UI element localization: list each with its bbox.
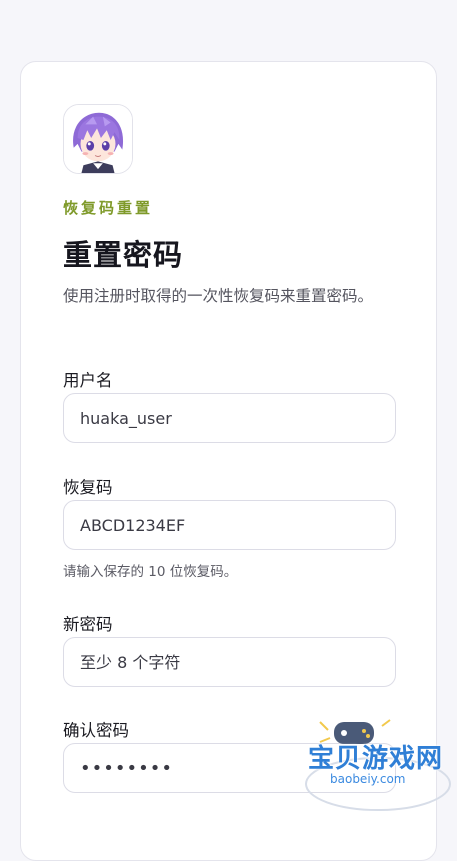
recovery-code-hint: 请输入保存的 10 位恢复码。 xyxy=(63,564,238,580)
anime-avatar-icon xyxy=(64,105,132,173)
reset-password-card: 恢复码重置 重置密码 使用注册时取得的一次性恢复码来重置密码。 用户名 恢复码 … xyxy=(20,61,437,861)
confirm-password-input[interactable]: •••••••• xyxy=(63,743,396,793)
username-input[interactable] xyxy=(63,393,396,443)
page-title: 重置密码 xyxy=(63,238,184,272)
username-label: 用户名 xyxy=(63,371,113,390)
new-password-input[interactable] xyxy=(63,637,396,687)
avatar xyxy=(63,104,133,174)
confirm-password-label: 确认密码 xyxy=(63,721,129,740)
new-password-label: 新密码 xyxy=(63,615,113,634)
section-eyebrow: 恢复码重置 xyxy=(63,199,154,217)
recovery-code-label: 恢复码 xyxy=(63,478,113,497)
recovery-code-input[interactable] xyxy=(63,500,396,550)
page-description: 使用注册时取得的一次性恢复码来重置密码。 xyxy=(63,287,374,305)
